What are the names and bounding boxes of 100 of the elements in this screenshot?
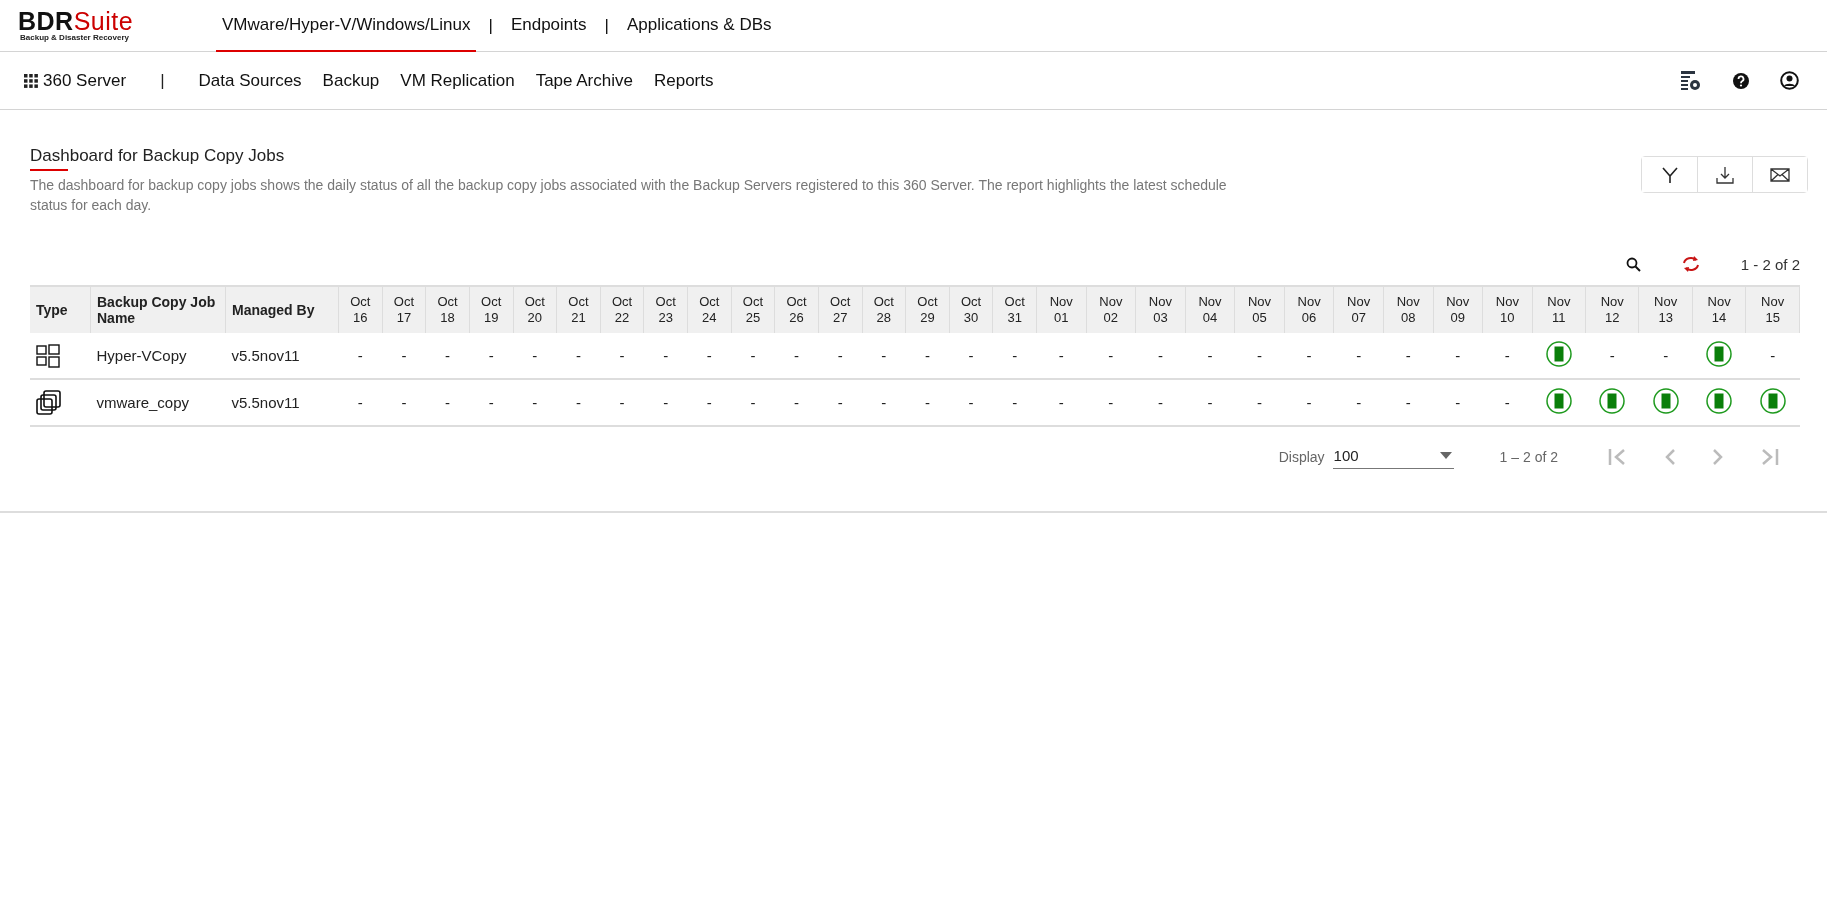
- date-column-header: Nov 10: [1482, 286, 1533, 333]
- no-status-dash: -: [663, 347, 669, 364]
- email-button[interactable]: [1752, 157, 1807, 192]
- date-column-header: Oct 24: [687, 286, 732, 333]
- search-icon[interactable]: [1625, 256, 1641, 272]
- no-status-dash: -: [1356, 394, 1362, 411]
- no-status-dash: -: [924, 394, 930, 411]
- no-status-dash: -: [1058, 394, 1064, 411]
- help-icon[interactable]: [1732, 71, 1750, 90]
- product-tab[interactable]: Endpoints: [504, 0, 593, 52]
- date-column-header: Oct 31: [992, 286, 1037, 333]
- no-status-dash: -: [1504, 347, 1510, 364]
- no-status-dash: -: [1157, 347, 1163, 364]
- server-settings-icon[interactable]: [1680, 69, 1702, 92]
- filter-icon: [1661, 165, 1678, 184]
- nav-separator: |: [160, 70, 165, 91]
- no-status-dash: -: [1108, 394, 1114, 411]
- date-column-header: Nov 04: [1185, 286, 1235, 333]
- nav-link[interactable]: Reports: [653, 70, 714, 91]
- no-status-dash: -: [706, 347, 712, 364]
- no-status-dash: -: [1257, 347, 1263, 364]
- success-status-icon: [1545, 341, 1572, 367]
- no-status-dash: -: [1455, 394, 1461, 411]
- no-status-dash: -: [401, 347, 407, 364]
- no-status-dash: -: [1455, 347, 1461, 364]
- tab-separator: |: [604, 15, 609, 36]
- no-status-dash: -: [794, 347, 800, 364]
- no-status-dash: -: [1663, 347, 1669, 364]
- page-range: 1 – 2 of 2: [1499, 449, 1558, 465]
- nav-link[interactable]: Backup: [322, 70, 380, 91]
- no-status-dash: -: [619, 347, 625, 364]
- success-status-icon: [1652, 388, 1679, 414]
- page-description: The dashboard for backup copy jobs shows the daily status of all the backup copy jobs associated with the Backup Servers registered to this 360 Server. The report highlights the latest schedule status for each day.: [30, 176, 1228, 215]
- no-status-dash: -: [794, 394, 800, 411]
- date-column-header: Nov 01: [1036, 286, 1087, 333]
- date-column-header: Oct 21: [556, 286, 601, 333]
- no-status-dash: -: [1770, 347, 1776, 364]
- no-status-dash: -: [837, 347, 843, 364]
- no-status-dash: -: [1504, 394, 1510, 411]
- date-column-header: Nov 03: [1135, 286, 1186, 333]
- date-column-header: Nov 06: [1284, 286, 1334, 333]
- success-status-icon: [1599, 388, 1626, 414]
- no-status-dash: -: [488, 347, 494, 364]
- nav-link[interactable]: VM Replication: [400, 70, 515, 91]
- date-column-header: Oct 27: [818, 286, 862, 333]
- no-status-dash: -: [1012, 347, 1018, 364]
- bdrsuite-logo: BDRSuite Backup & Disaster Recovery: [18, 6, 135, 44]
- date-column-header: Oct 28: [862, 286, 906, 333]
- product-tab[interactable]: Applications & DBs: [620, 0, 778, 52]
- page-title: Dashboard for Backup Copy Jobs: [30, 146, 285, 169]
- nav-link[interactable]: Data Sources: [198, 70, 302, 91]
- no-status-dash: -: [1058, 347, 1064, 364]
- no-status-dash: -: [488, 394, 494, 411]
- date-column-header: Oct 16: [338, 286, 383, 333]
- no-status-dash: -: [1405, 394, 1411, 411]
- no-status-dash: -: [1405, 347, 1411, 364]
- date-column-header: Oct 26: [774, 286, 819, 333]
- no-status-dash: -: [1012, 394, 1018, 411]
- job-name-cell: vmware_copy: [90, 379, 226, 426]
- no-status-dash: -: [750, 394, 756, 411]
- date-column-header: Nov 05: [1234, 286, 1285, 333]
- no-status-dash: -: [706, 394, 712, 411]
- no-status-dash: -: [619, 394, 625, 411]
- no-status-dash: -: [881, 394, 887, 411]
- date-column-header: Nov 11: [1532, 286, 1586, 333]
- no-status-dash: -: [532, 394, 538, 411]
- date-column-header: Nov 14: [1692, 286, 1746, 333]
- no-status-dash: -: [445, 347, 451, 364]
- user-account-icon[interactable]: [1780, 71, 1799, 90]
- nav-link[interactable]: Tape Archive: [535, 70, 633, 91]
- no-status-dash: -: [401, 394, 407, 411]
- product-tab[interactable]: VMware/Hyper-V/Windows/Linux: [216, 0, 477, 52]
- grid-icon: [24, 73, 38, 88]
- no-status-dash: -: [1207, 347, 1213, 364]
- column-header: Backup Copy Job Name: [90, 286, 226, 333]
- date-column-header: Oct 29: [905, 286, 950, 333]
- success-status-icon: [1706, 388, 1733, 414]
- no-status-dash: -: [1108, 347, 1114, 364]
- no-status-dash: -: [357, 347, 363, 364]
- date-column-header: Oct 30: [949, 286, 993, 333]
- managed-by-cell: v5.5nov11: [225, 333, 339, 379]
- no-status-dash: -: [881, 347, 887, 364]
- date-column-header: Nov 12: [1585, 286, 1639, 333]
- page-size-select[interactable]: 100: [1332, 445, 1454, 469]
- no-status-dash: -: [750, 347, 756, 364]
- column-header: Type: [30, 286, 91, 333]
- server-menu[interactable]: 360 Server: [24, 70, 127, 91]
- success-status-icon: [1545, 388, 1572, 414]
- date-column-header: Nov 08: [1383, 286, 1433, 333]
- job-name-cell: Hyper-VCopy: [90, 333, 226, 379]
- no-status-dash: -: [924, 347, 930, 364]
- date-column-header: Nov 09: [1433, 286, 1483, 333]
- date-column-header: Oct 20: [513, 286, 557, 333]
- date-column-header: Oct 25: [731, 286, 775, 333]
- date-column-header: Nov 15: [1745, 286, 1800, 333]
- managed-by-cell: v5.5nov11: [225, 379, 339, 426]
- caret-icon: [1439, 452, 1452, 459]
- refresh-icon[interactable]: [1680, 255, 1701, 273]
- date-column-header: Nov 13: [1638, 286, 1693, 333]
- envelope-icon: [1770, 167, 1790, 182]
